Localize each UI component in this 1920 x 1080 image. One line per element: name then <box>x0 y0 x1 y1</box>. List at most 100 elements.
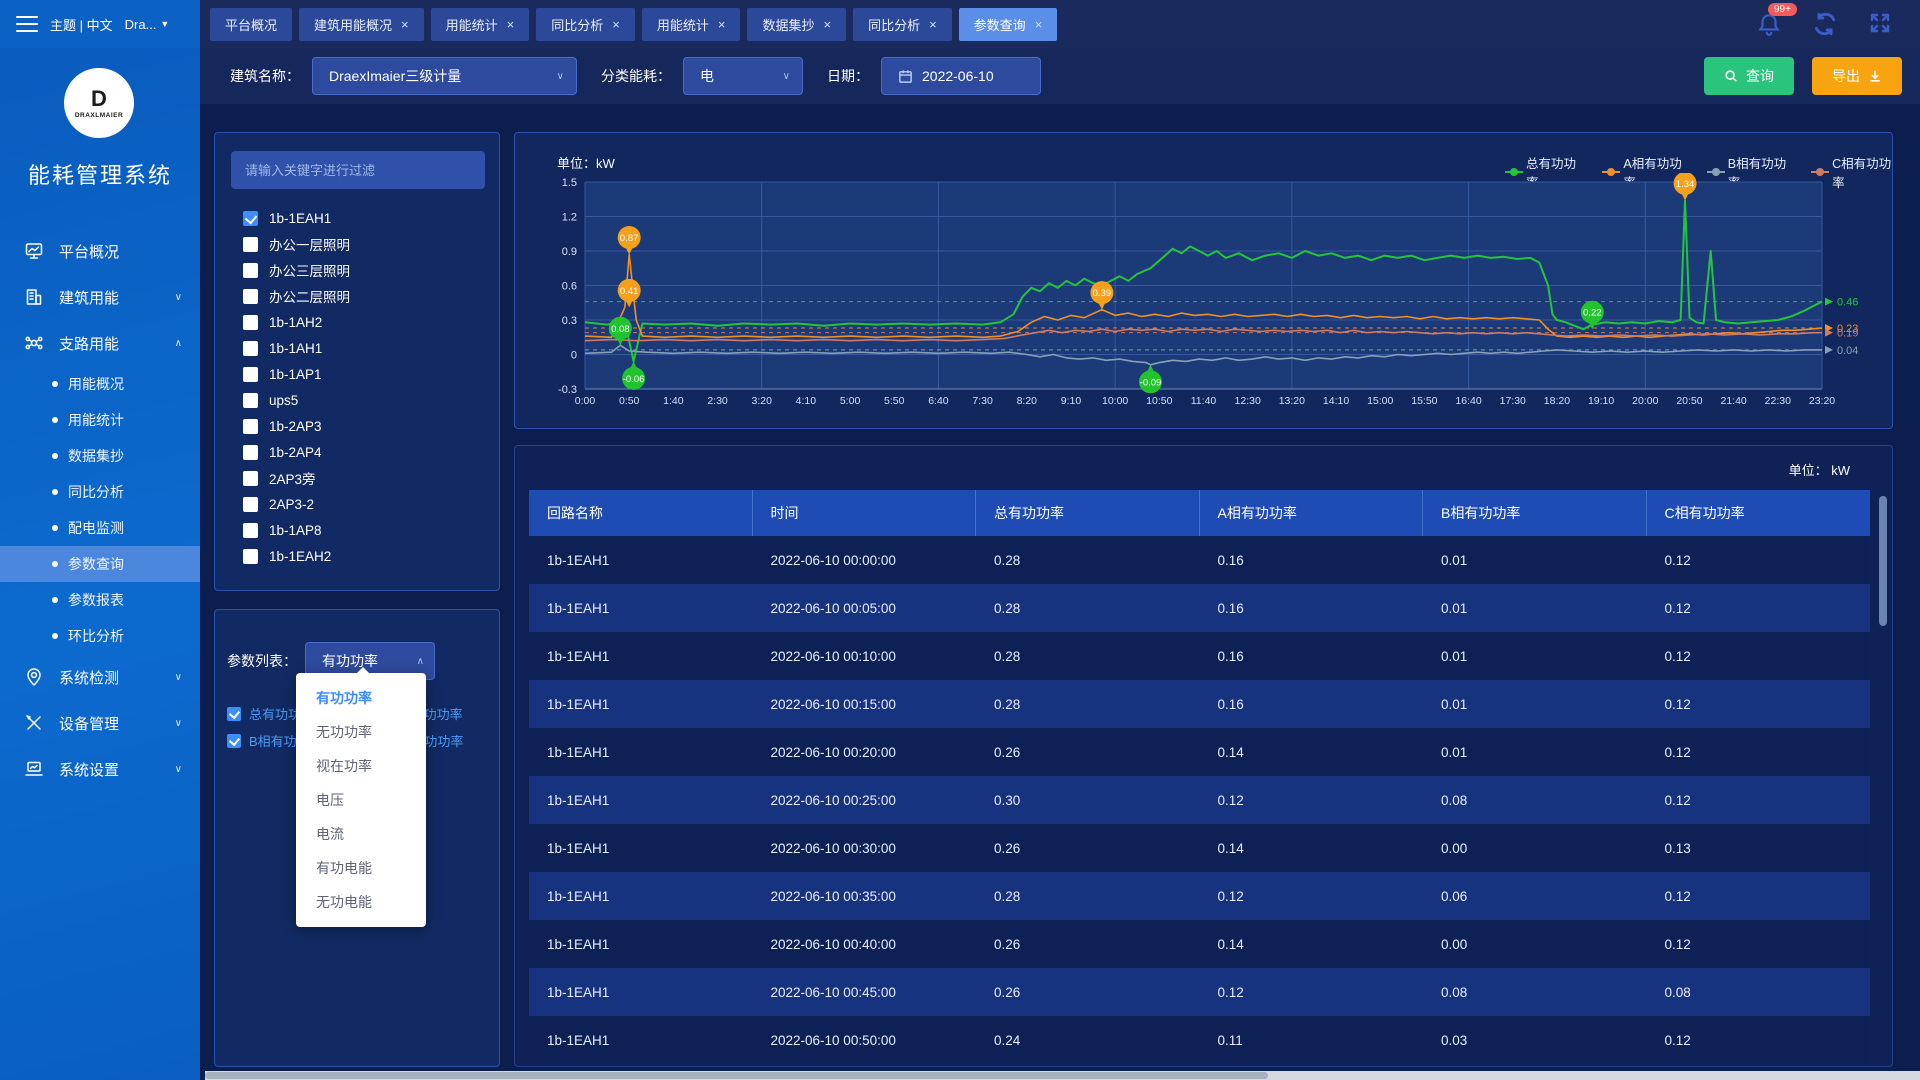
sidebar-subitem-配电监测[interactable]: 配电监测 <box>0 510 200 546</box>
chevron-down-icon: ∨ <box>557 71 564 82</box>
circuit-item-1b-1AH1[interactable]: 1b-1AH1 <box>215 335 499 361</box>
query-button[interactable]: 查询 <box>1704 57 1794 95</box>
circuit-item-1b-2AP4[interactable]: 1b-2AP4 <box>215 439 499 465</box>
checkbox-unchecked[interactable] <box>243 549 258 564</box>
fullscreen-icon[interactable] <box>1868 11 1894 37</box>
tab-建筑用能概况[interactable]: 建筑用能概况× <box>299 8 424 41</box>
table-row[interactable]: 1b-1EAH12022-06-10 00:50:000.240.110.030… <box>529 1016 1870 1064</box>
dropdown-option-有功功率[interactable]: 有功功率 <box>296 681 426 715</box>
circuit-item-办公三层照明[interactable]: 办公三层照明 <box>215 257 499 283</box>
tab-同比分析[interactable]: 同比分析× <box>853 8 952 41</box>
table-row[interactable]: 1b-1EAH12022-06-10 00:45:000.260.120.080… <box>529 968 1870 1016</box>
sidebar-subitem-参数报表[interactable]: 参数报表 <box>0 582 200 618</box>
checkbox-unchecked[interactable] <box>243 497 258 512</box>
table-row[interactable]: 1b-1EAH12022-06-10 00:35:000.280.120.060… <box>529 872 1870 920</box>
dropdown-option-视在功率[interactable]: 视在功率 <box>296 749 426 783</box>
header-cell-总有功功率: 总有功功率 <box>976 490 1200 536</box>
sidebar-subitem-参数查询[interactable]: 参数查询 <box>0 546 200 582</box>
tab-close-icon[interactable]: × <box>823 18 831 31</box>
chevron-down-icon: ∨ <box>175 292 182 303</box>
checkbox-unchecked[interactable] <box>243 523 258 538</box>
dropdown-option-电流[interactable]: 电流 <box>296 817 426 851</box>
checkbox-checked[interactable] <box>227 734 241 748</box>
checkbox-checked[interactable] <box>243 211 258 226</box>
table-row[interactable]: 1b-1EAH12022-06-10 00:10:000.280.160.010… <box>529 632 1870 680</box>
tab-bar: 平台概况建筑用能概况×用能统计×同比分析×用能统计×数据集抄×同比分析×参数查询… <box>200 0 1746 48</box>
circuit-filter-input[interactable] <box>231 151 485 189</box>
table-row[interactable]: 1b-1EAH12022-06-10 00:00:000.280.160.010… <box>529 536 1870 584</box>
circuit-item-1b-1AP1[interactable]: 1b-1AP1 <box>215 361 499 387</box>
sidebar-subitem-用能统计[interactable]: 用能统计 <box>0 402 200 438</box>
checkbox-unchecked[interactable] <box>243 315 258 330</box>
table-row[interactable]: 1b-1EAH12022-06-10 00:30:000.260.140.000… <box>529 824 1870 872</box>
dropdown-option-电压[interactable]: 电压 <box>296 783 426 817</box>
table-row[interactable]: 1b-1EAH12022-06-10 00:15:000.280.160.010… <box>529 680 1870 728</box>
table-cell: 0.26 <box>976 728 1200 776</box>
circuit-item-1b-1AP8[interactable]: 1b-1AP8 <box>215 517 499 543</box>
tab-close-icon[interactable]: × <box>401 18 409 31</box>
refresh-icon[interactable] <box>1812 11 1838 37</box>
dropdown-option-无功功率[interactable]: 无功功率 <box>296 715 426 749</box>
tab-用能统计[interactable]: 用能统计× <box>642 8 741 41</box>
horizontal-scrollbar-thumb[interactable] <box>205 1072 1268 1079</box>
sidebar-subitem-同比分析[interactable]: 同比分析 <box>0 474 200 510</box>
checkbox-checked[interactable] <box>227 707 241 721</box>
power-line-chart[interactable]: 1.51.20.90.60.30-0.30:000:501:402:303:20… <box>535 173 1880 423</box>
table-row[interactable]: 1b-1EAH12022-06-10 00:20:000.260.140.010… <box>529 728 1870 776</box>
table-row[interactable]: 1b-1EAH12022-06-10 00:05:000.280.160.010… <box>529 584 1870 632</box>
horizontal-scrollbar-track[interactable] <box>205 1071 1920 1080</box>
tab-平台概况[interactable]: 平台概况 <box>210 8 292 41</box>
tab-close-icon[interactable]: × <box>929 18 937 31</box>
calendar-icon <box>898 69 913 84</box>
hamburger-icon[interactable] <box>16 16 38 32</box>
user-menu[interactable]: Dra... ▼ <box>125 17 170 32</box>
vertical-scrollbar[interactable] <box>1879 496 1887 626</box>
sidebar-item-建筑用能[interactable]: 建筑用能∨ <box>0 274 200 320</box>
sidebar-item-平台概况[interactable]: 平台概况 <box>0 228 200 274</box>
circuit-item-办公二层照明[interactable]: 办公二层照明 <box>215 283 499 309</box>
circuit-item-1b-1EAH2[interactable]: 1b-1EAH2 <box>215 543 499 569</box>
tab-数据集抄[interactable]: 数据集抄× <box>747 8 846 41</box>
sidebar-subitem-数据集抄[interactable]: 数据集抄 <box>0 438 200 474</box>
checkbox-unchecked[interactable] <box>243 341 258 356</box>
checkbox-unchecked[interactable] <box>243 419 258 434</box>
tab-label: 平台概况 <box>225 15 277 34</box>
tab-同比分析[interactable]: 同比分析× <box>536 8 635 41</box>
notification-bell-icon[interactable]: 99+ <box>1756 11 1782 37</box>
circuit-item-1b-2AP3[interactable]: 1b-2AP3 <box>215 413 499 439</box>
checkbox-unchecked[interactable] <box>243 237 258 252</box>
table-row[interactable]: 1b-1EAH12022-06-10 00:40:000.260.140.000… <box>529 920 1870 968</box>
tab-用能统计[interactable]: 用能统计× <box>431 8 530 41</box>
energy-type-select[interactable]: 电 ∨ <box>683 57 803 95</box>
checkbox-unchecked[interactable] <box>243 289 258 304</box>
tab-close-icon[interactable]: × <box>507 18 515 31</box>
circuit-item-ups5[interactable]: ups5 <box>215 387 499 413</box>
sidebar-item-设备管理[interactable]: 设备管理∨ <box>0 700 200 746</box>
checkbox-unchecked[interactable] <box>243 393 258 408</box>
checkbox-unchecked[interactable] <box>243 471 258 486</box>
circuit-item-2AP3旁[interactable]: 2AP3旁 <box>215 465 499 491</box>
sidebar-item-支路用能[interactable]: 支路用能∧ <box>0 320 200 366</box>
checkbox-unchecked[interactable] <box>243 445 258 460</box>
date-input[interactable]: 2022-06-10 <box>881 57 1041 95</box>
sidebar-subitem-用能概况[interactable]: 用能概况 <box>0 366 200 402</box>
dropdown-option-有功电能[interactable]: 有功电能 <box>296 851 426 885</box>
sidebar-item-系统检测[interactable]: 系统检测∨ <box>0 654 200 700</box>
tab-close-icon[interactable]: × <box>612 18 620 31</box>
circuit-item-1b-1AH2[interactable]: 1b-1AH2 <box>215 309 499 335</box>
circuit-item-2AP3-2[interactable]: 2AP3-2 <box>215 491 499 517</box>
circuit-item-1b-1EAH1[interactable]: 1b-1EAH1 <box>215 205 499 231</box>
checkbox-unchecked[interactable] <box>243 367 258 382</box>
sidebar-subitem-环比分析[interactable]: 环比分析 <box>0 618 200 654</box>
checkbox-unchecked[interactable] <box>243 263 258 278</box>
table-row[interactable]: 1b-1EAH12022-06-10 00:25:000.300.120.080… <box>529 776 1870 824</box>
tab-close-icon[interactable]: × <box>1035 18 1043 31</box>
sidebar-item-系统设置[interactable]: 系统设置∨ <box>0 746 200 792</box>
export-button[interactable]: 导出 <box>1812 57 1902 95</box>
building-select[interactable]: DraexImaier三级计量 ∨ <box>312 57 577 95</box>
tab-close-icon[interactable]: × <box>718 18 726 31</box>
tab-参数查询[interactable]: 参数查询× <box>959 8 1058 41</box>
dropdown-option-无功电能[interactable]: 无功电能 <box>296 885 426 919</box>
circuit-item-办公一层照明[interactable]: 办公一层照明 <box>215 231 499 257</box>
theme-language-label[interactable]: 主题 | 中文 <box>50 15 113 34</box>
